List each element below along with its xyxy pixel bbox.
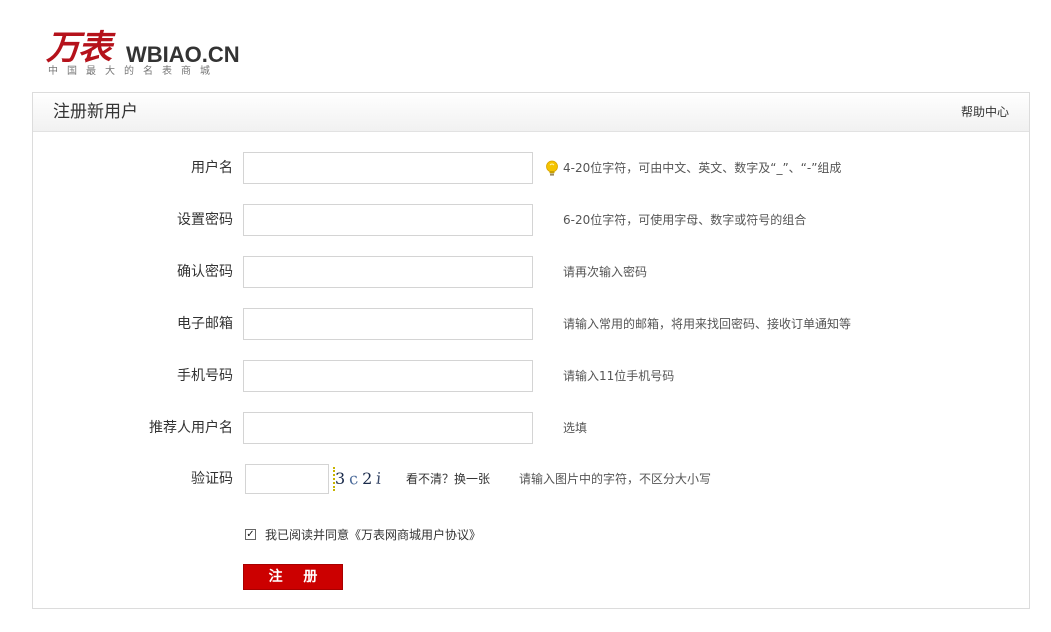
lightbulb-icon	[546, 160, 558, 176]
phone-row: 手机号码 请输入11位手机号码	[33, 360, 1033, 392]
password-tip: 6-20位字符，可使用字母、数字或符号的组合	[563, 213, 807, 227]
agreement-text[interactable]: 我已阅读并同意《万表网商城用户协议》	[265, 528, 481, 542]
captcha-refresh-link[interactable]: 看不清？换一张	[406, 464, 490, 494]
register-button[interactable]: 注 册	[243, 564, 343, 590]
page-title: 注册新用户	[53, 102, 138, 122]
captcha-image[interactable]: 3c2i	[333, 467, 401, 491]
captcha-row: 验证码 3c2i 看不清？换一张 请输入图片中的字符，不区分大小写	[33, 464, 1033, 494]
confirm-password-tip: 请再次输入密码	[563, 265, 648, 279]
username-tip: 4-20位字符，可由中文、英文、数字及“_”、“-”组成	[563, 161, 842, 175]
username-row: 用户名 4-20位字符，可由中文、英文、数字及“_”、“-”组成	[33, 152, 1033, 184]
password-label: 设置密码	[177, 212, 233, 228]
phone-tip: 请输入11位手机号码	[563, 369, 675, 383]
agreement-checkbox[interactable]: ✓	[245, 529, 256, 540]
captcha-char: i	[375, 468, 387, 489]
referrer-input[interactable]	[243, 412, 533, 444]
register-panel: 注册新用户 帮助中心 用户名 4-20位字符，可由中文、英文、数字及“_”、“-…	[32, 92, 1030, 609]
username-input[interactable]	[243, 152, 533, 184]
email-label: 电子邮箱	[177, 316, 233, 332]
panel-header: 注册新用户 帮助中心	[33, 93, 1029, 132]
email-tip: 请输入常用的邮箱，将用来找回密码、接收订单通知等	[563, 317, 852, 331]
site-logo[interactable]: 万表 WBIAO.CN 中国最大的名表商城	[46, 30, 256, 82]
password-row: 设置密码 6-20位字符，可使用字母、数字或符号的组合	[33, 204, 1033, 236]
confirm-password-row: 确认密码 请再次输入密码	[33, 256, 1033, 288]
captcha-tip: 请输入图片中的字符，不区分大小写	[519, 472, 712, 486]
phone-input[interactable]	[243, 360, 533, 392]
confirm-password-input[interactable]	[243, 256, 533, 288]
help-center-link[interactable]: 帮助中心	[961, 104, 1009, 120]
referrer-row: 推荐人用户名 选填	[33, 412, 1033, 444]
confirm-password-label: 确认密码	[177, 264, 233, 280]
referrer-tip: 选填	[563, 421, 588, 435]
password-input[interactable]	[243, 204, 533, 236]
referrer-label: 推荐人用户名	[149, 420, 233, 436]
captcha-label: 验证码	[191, 471, 233, 487]
username-label: 用户名	[191, 160, 233, 176]
logo-english-name: WBIAO.CN	[126, 42, 240, 67]
logo-chinese-name: 万表	[46, 28, 112, 68]
phone-label: 手机号码	[177, 368, 233, 384]
captcha-input[interactable]	[245, 464, 329, 494]
email-row: 电子邮箱 请输入常用的邮箱，将用来找回密码、接收订单通知等	[33, 308, 1033, 340]
logo-tagline: 中国最大的名表商城	[48, 66, 219, 77]
email-input[interactable]	[243, 308, 533, 340]
